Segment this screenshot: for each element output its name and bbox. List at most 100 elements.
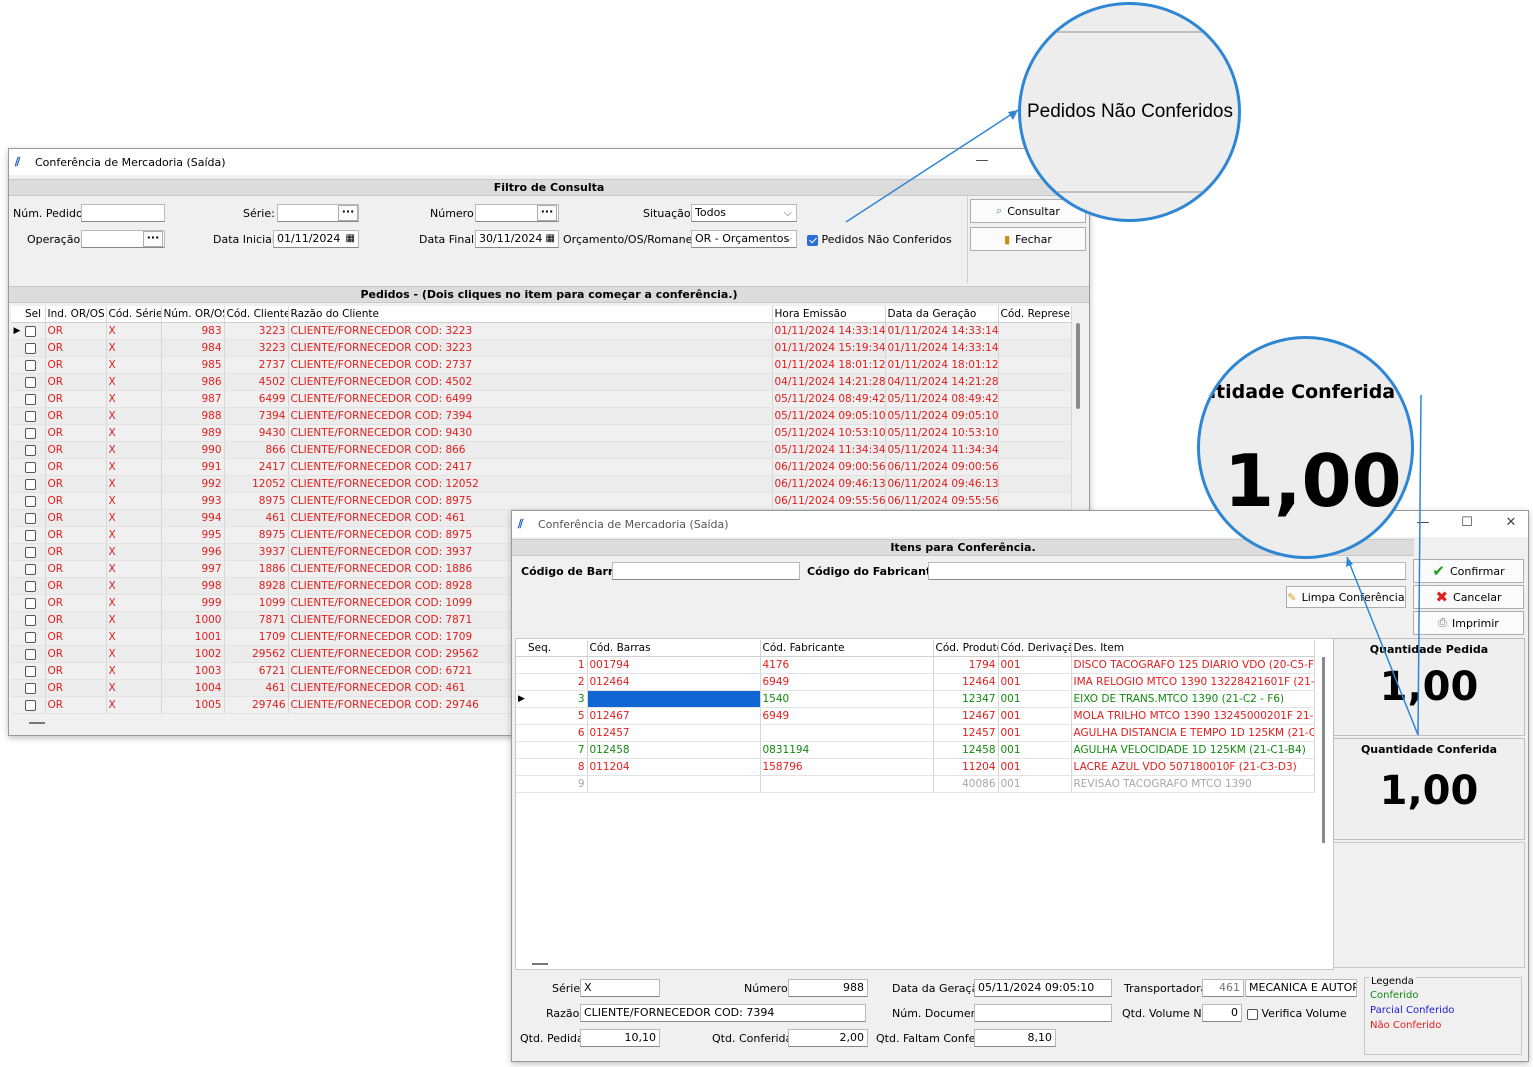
column-header[interactable]: Cód. Cliente <box>224 306 289 323</box>
table-row[interactable]: OR X 988 7394 CLIENTE/FORNECEDOR COD: 7394 05… <box>11 407 1072 425</box>
column-header[interactable]: Ind. OR/OS <box>45 306 107 323</box>
footer-qtd-pedida-input[interactable]: 10,10 <box>580 1029 660 1047</box>
minimize-icon[interactable]: — <box>1408 515 1438 530</box>
checkbox-icon[interactable] <box>25 342 36 354</box>
row-select-cell[interactable] <box>23 407 46 425</box>
checkbox-icon[interactable] <box>25 580 36 592</box>
table-row[interactable]: OR X 993 8975 CLIENTE/FORNECEDOR COD: 8975 06… <box>11 492 1072 510</box>
list-item[interactable]: 8 011204 158796 11204 001 LACRE AZUL VDO 5071… <box>516 758 1315 776</box>
list-item[interactable]: 6 012457 12457 001 AGULHA DISTANCIA E TEMPO … <box>516 724 1315 742</box>
row-select-cell[interactable] <box>23 611 46 629</box>
checkbox-icon[interactable] <box>25 665 36 677</box>
row-select-cell[interactable] <box>23 441 46 459</box>
num-pedido-input[interactable] <box>81 204 165 222</box>
codigo-fabricante-input[interactable] <box>928 562 1406 580</box>
checkbox-icon[interactable] <box>25 546 36 558</box>
footer-numero-input[interactable]: 988 <box>788 979 868 997</box>
footer-serie-input[interactable]: X <box>580 979 660 997</box>
column-header[interactable]: Hora Emissão <box>772 306 886 323</box>
list-item[interactable]: 1 001794 4176 1794 001 DISCO TACOGRAFO 125 DI… <box>516 656 1315 674</box>
row-select-cell[interactable] <box>23 594 46 612</box>
row-select-cell[interactable] <box>23 543 46 561</box>
row-select-cell[interactable] <box>23 458 46 476</box>
checkbox-icon[interactable] <box>25 393 36 405</box>
operacao-lookup-button[interactable]: ··· <box>143 231 163 247</box>
footer-transportadora-name[interactable]: MECANICA E AUTOPEC <box>1245 979 1357 997</box>
verifica-volume-checkbox[interactable]: Verifica Volume <box>1247 1007 1347 1020</box>
maximize-icon[interactable]: ☐ <box>1452 515 1482 530</box>
row-select-cell[interactable] <box>23 526 46 544</box>
column-header[interactable]: Cód. Fabricante <box>760 640 934 657</box>
checkbox-icon[interactable] <box>25 682 36 694</box>
table-row[interactable]: OR X 987 6499 CLIENTE/FORNECEDOR COD: 6499 05… <box>11 390 1072 408</box>
column-header[interactable]: Cód. Série <box>106 306 162 323</box>
column-header[interactable]: Seq. <box>526 640 588 657</box>
table-row[interactable]: OR X 989 9430 CLIENTE/FORNECEDOR COD: 9430 05… <box>11 424 1072 442</box>
checkbox-icon[interactable] <box>25 410 36 422</box>
list-item[interactable]: 9 40086 001 REVISAO TACOGRAFO MTCO 1390 <box>516 775 1315 793</box>
list-item[interactable]: 2 012464 6949 12464 001 IMA RELOGIO MTCO 1390… <box>516 673 1315 691</box>
column-header[interactable]: Des. Item <box>1071 640 1315 657</box>
cancelar-button[interactable]: ✖ Cancelar <box>1413 585 1524 609</box>
checkbox-icon[interactable] <box>25 699 36 711</box>
splitter-handle[interactable] <box>532 963 548 965</box>
column-header[interactable]: Cód. Derivação <box>998 640 1072 657</box>
column-header[interactable]: Razão do Cliente <box>288 306 773 323</box>
numero-lookup-button[interactable]: ··· <box>537 205 557 221</box>
checkbox-checked-icon[interactable] <box>807 234 818 246</box>
pedidos-nao-conferidos-checkbox[interactable]: Pedidos Não Conferidos <box>807 233 952 246</box>
confirmar-button[interactable]: ✔ Confirmar <box>1413 559 1524 583</box>
checkbox-icon[interactable] <box>25 461 36 473</box>
row-select-cell[interactable] <box>23 475 46 493</box>
checkbox-icon[interactable] <box>25 563 36 575</box>
table-row[interactable]: ▶ OR X 983 3223 CLIENTE/FORNECEDOR COD: 3223 0… <box>11 322 1072 340</box>
vertical-scrollbar[interactable] <box>1322 657 1325 843</box>
close-icon[interactable]: ✕ <box>1496 515 1526 530</box>
minimize-icon[interactable]: — <box>967 153 997 168</box>
table-row[interactable]: OR X 992 12052 CLIENTE/FORNECEDOR COD: 12052… <box>11 475 1072 493</box>
row-select-cell[interactable] <box>23 696 46 714</box>
checkbox-icon[interactable] <box>25 427 36 439</box>
checkbox-icon[interactable] <box>25 325 36 337</box>
checkbox-icon[interactable] <box>25 376 36 388</box>
row-select-cell[interactable] <box>23 390 46 408</box>
column-header[interactable]: Data da Geração <box>885 306 999 323</box>
row-select-cell[interactable] <box>23 509 46 527</box>
checkbox-icon[interactable] <box>25 597 36 609</box>
fechar-button[interactable]: ▮ Fechar <box>970 227 1086 251</box>
table-row[interactable]: OR X 985 2737 CLIENTE/FORNECEDOR COD: 2737 01… <box>11 356 1072 374</box>
checkbox-icon[interactable] <box>25 648 36 660</box>
column-header[interactable]: Cód. Barras <box>587 640 761 657</box>
list-item[interactable]: ▶ 3 012347 1540 12347 001 EIXO DE TRANS.MTCO 1… <box>516 690 1315 708</box>
footer-qtd-volume-input[interactable]: 0 <box>1202 1004 1242 1022</box>
table-row[interactable]: OR X 991 2417 CLIENTE/FORNECEDOR COD: 2417 06… <box>11 458 1072 476</box>
row-select-cell[interactable] <box>23 628 46 646</box>
list-item[interactable]: 7 012458 0831194 12458 001 AGULHA VELOCIDADE … <box>516 741 1315 759</box>
checkbox-icon[interactable] <box>25 478 36 490</box>
checkbox-icon[interactable] <box>25 512 36 524</box>
serie-lookup-button[interactable]: ··· <box>338 205 358 221</box>
footer-qtd-conferida-input[interactable]: 2,00 <box>788 1029 868 1047</box>
footer-data-geracao-input[interactable]: 05/11/2024 09:05:10 <box>974 979 1112 997</box>
row-select-cell[interactable] <box>23 322 46 340</box>
footer-num-documento-input[interactable] <box>974 1004 1112 1022</box>
orcamento-select[interactable]: OR - Orçamentos ⌵ <box>691 230 797 248</box>
checkbox-icon[interactable] <box>1247 1008 1258 1020</box>
row-select-cell[interactable] <box>23 577 46 595</box>
row-select-cell[interactable] <box>23 492 46 510</box>
checkbox-icon[interactable] <box>25 359 36 371</box>
checkbox-icon[interactable] <box>25 529 36 541</box>
row-select-cell[interactable] <box>23 679 46 697</box>
row-select-cell[interactable] <box>23 339 46 357</box>
table-row[interactable]: OR X 986 4502 CLIENTE/FORNECEDOR COD: 4502 04… <box>11 373 1072 391</box>
list-item[interactable]: 5 012467 6949 12467 001 MOLA TRILHO MTCO 1390… <box>516 707 1315 725</box>
row-select-cell[interactable] <box>23 424 46 442</box>
column-header[interactable]: Cód. Produto <box>933 640 999 657</box>
footer-qtd-faltam-input[interactable]: 8,10 <box>974 1029 1056 1047</box>
column-header[interactable]: Sel <box>23 306 46 323</box>
limpa-conferencia-button[interactable]: ✎ Limpa Conferência <box>1286 586 1406 608</box>
row-select-cell[interactable] <box>23 356 46 374</box>
table-row[interactable]: OR X 984 3223 CLIENTE/FORNECEDOR COD: 3223 01… <box>11 339 1072 357</box>
column-header[interactable]: Cód. Represe <box>998 306 1072 323</box>
imprimir-button[interactable]: ⎙ Imprimir <box>1413 611 1524 635</box>
